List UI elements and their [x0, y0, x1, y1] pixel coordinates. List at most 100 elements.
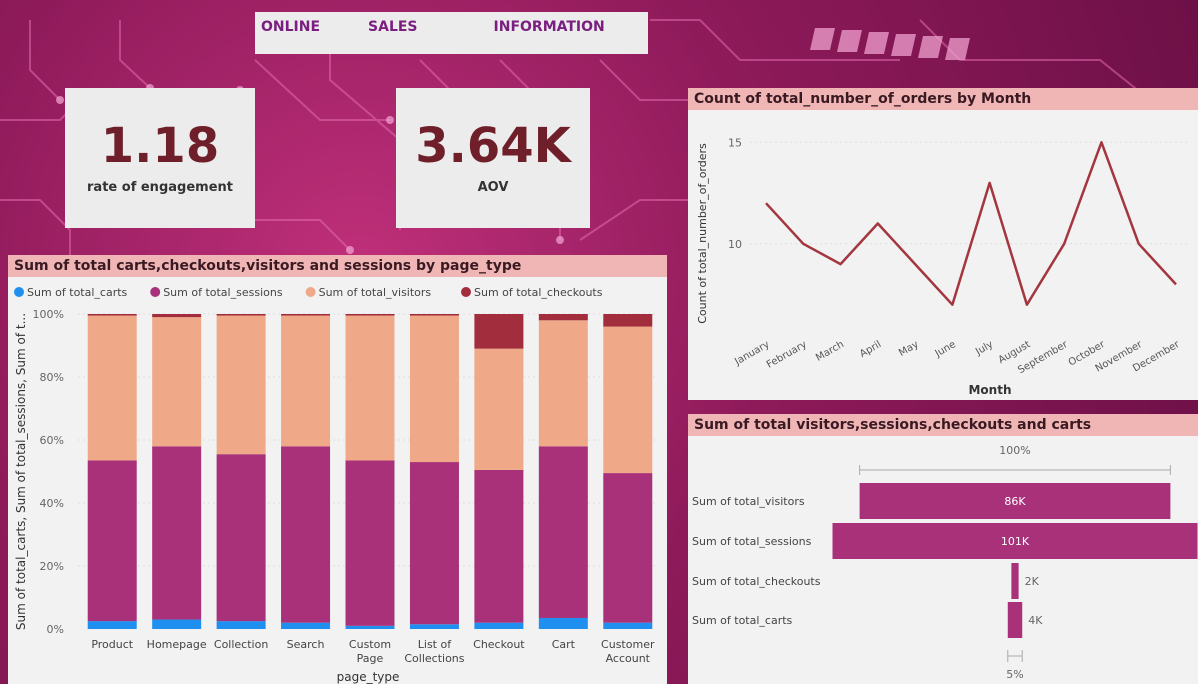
top-nav: ONLINE SALES INFORMATION: [255, 12, 648, 54]
funnel-top-label: 100%: [999, 444, 1030, 457]
x-tick-label: Collection: [214, 638, 268, 651]
bar-segment-carts[interactable]: [216, 621, 266, 629]
kpi-label: rate of engagement: [87, 179, 233, 195]
funnel-category-label: Sum of total_visitors: [692, 495, 805, 508]
data-point[interactable]: [801, 241, 806, 246]
x-tick-label: Search: [287, 638, 325, 651]
x-tick-label: List of: [418, 638, 452, 651]
bar-segment-visitors[interactable]: [474, 348, 524, 470]
line-chart: 1015Count of total_number_of_ordersJanua…: [696, 136, 1190, 397]
bar-segment-carts[interactable]: [603, 622, 653, 629]
chart-title: Sum of total carts,checkouts,visitors an…: [8, 255, 667, 277]
funnel-value-label: 86K: [1004, 495, 1026, 508]
bar-segment-checkouts[interactable]: [538, 314, 588, 321]
x-tick-label: Collections: [404, 652, 464, 665]
data-point[interactable]: [950, 302, 955, 307]
legend-label[interactable]: Sum of total_checkouts: [474, 286, 603, 299]
data-point[interactable]: [1024, 302, 1029, 307]
data-point[interactable]: [987, 180, 992, 185]
kpi-card-aov[interactable]: 3.64K AOV: [396, 88, 590, 228]
funnel-chart: 100% Sum of total_visitors 86K Sum of total…: [692, 444, 1198, 681]
bar-segment-carts[interactable]: [281, 622, 331, 629]
funnel-value-label: 2K: [1025, 575, 1040, 588]
funnel-value-label: 4K: [1028, 614, 1043, 627]
nav-online[interactable]: ONLINE: [261, 12, 320, 35]
bar-segment-visitors[interactable]: [152, 317, 202, 447]
series-line[interactable]: [765, 141, 1177, 306]
data-point[interactable]: [1099, 140, 1104, 145]
bar-segment-carts[interactable]: [152, 619, 202, 629]
funnel-bar[interactable]: [1011, 563, 1019, 599]
bar-segment-checkouts[interactable]: [87, 314, 137, 316]
y-tick-label: 20%: [40, 560, 64, 573]
bar-segment-visitors[interactable]: [603, 326, 653, 474]
data-point[interactable]: [764, 201, 769, 206]
data-point[interactable]: [1174, 282, 1179, 287]
funnel-value-label: 101K: [1001, 535, 1030, 548]
bar-segment-visitors[interactable]: [216, 315, 266, 455]
bar-segment-sessions[interactable]: [603, 473, 653, 623]
x-tick-label: March: [814, 339, 846, 364]
bar-segment-sessions[interactable]: [409, 462, 459, 625]
x-axis-label: Month: [968, 383, 1011, 397]
data-point[interactable]: [1136, 241, 1141, 246]
line-chart-panel[interactable]: Count of total_number_of_orders by Month…: [688, 88, 1198, 400]
bar-segment-checkouts[interactable]: [216, 314, 266, 316]
y-tick-label: 10: [728, 238, 742, 251]
bar-segment-sessions[interactable]: [281, 446, 331, 623]
legend-label[interactable]: Sum of total_visitors: [319, 286, 432, 299]
stacked-bar-chart: Sum of total_carts Sum of total_sessions S…: [14, 286, 658, 684]
nav-sales[interactable]: SALES: [368, 12, 418, 35]
x-tick-label: Checkout: [473, 638, 525, 651]
bar-segment-visitors[interactable]: [409, 315, 459, 463]
legend-label[interactable]: Sum of total_carts: [27, 286, 128, 299]
bar-segment-carts[interactable]: [474, 622, 524, 629]
x-tick-label: May: [897, 339, 920, 359]
stacked-bar-panel[interactable]: Sum of total carts,checkouts,visitors an…: [8, 255, 667, 684]
x-tick-label: Account: [606, 652, 651, 665]
x-tick-label: Page: [357, 652, 384, 665]
bar-segment-carts[interactable]: [87, 621, 137, 629]
data-point[interactable]: [1062, 241, 1067, 246]
bar-segment-sessions[interactable]: [152, 446, 202, 620]
bar-segment-carts[interactable]: [538, 617, 588, 629]
x-tick-label: February: [765, 339, 809, 371]
funnel-panel[interactable]: Sum of total visitors,sessions,checkouts…: [688, 414, 1198, 684]
legend-marker: [14, 287, 24, 297]
bar-segment-sessions[interactable]: [474, 469, 524, 623]
bar-segment-checkouts[interactable]: [152, 314, 202, 318]
bar-segment-carts[interactable]: [345, 625, 395, 629]
bar-segment-sessions[interactable]: [345, 460, 395, 626]
bar-segment-visitors[interactable]: [345, 315, 395, 461]
bar-segment-carts[interactable]: [409, 624, 459, 629]
bar-segment-checkouts[interactable]: [345, 314, 395, 316]
kpi-card-engagement[interactable]: 1.18 rate of engagement: [65, 88, 255, 228]
y-axis-label: Count of total_number_of_orders: [696, 143, 709, 324]
legend-label[interactable]: Sum of total_sessions: [163, 286, 283, 299]
bar-segment-visitors[interactable]: [538, 320, 588, 447]
y-tick-label: 100%: [33, 308, 64, 321]
funnel-bar[interactable]: [1007, 602, 1023, 638]
kpi-label: AOV: [477, 179, 509, 195]
kpi-value: 3.64K: [415, 117, 571, 174]
funnel-category-label: Sum of total_carts: [692, 614, 793, 627]
y-tick-label: 60%: [40, 434, 64, 447]
data-point[interactable]: [875, 221, 880, 226]
bar-segment-sessions[interactable]: [87, 460, 137, 622]
bar-segment-visitors[interactable]: [281, 315, 331, 447]
funnel-category-label: Sum of total_sessions: [692, 535, 812, 548]
bar-segment-checkouts[interactable]: [474, 314, 524, 349]
bar-segment-checkouts[interactable]: [603, 314, 653, 327]
data-point[interactable]: [913, 262, 918, 267]
bar-segment-checkouts[interactable]: [281, 314, 331, 316]
chart-title: Sum of total visitors,sessions,checkouts…: [688, 414, 1198, 436]
funnel-category-label: Sum of total_checkouts: [692, 575, 821, 588]
legend-marker: [461, 287, 471, 297]
bar-segment-visitors[interactable]: [87, 315, 137, 461]
nav-information[interactable]: INFORMATION: [494, 12, 605, 35]
data-point[interactable]: [838, 262, 843, 267]
bar-segment-sessions[interactable]: [216, 454, 266, 622]
x-tick-label: April: [858, 339, 883, 360]
bar-segment-checkouts[interactable]: [409, 314, 459, 316]
bar-segment-sessions[interactable]: [538, 446, 588, 618]
